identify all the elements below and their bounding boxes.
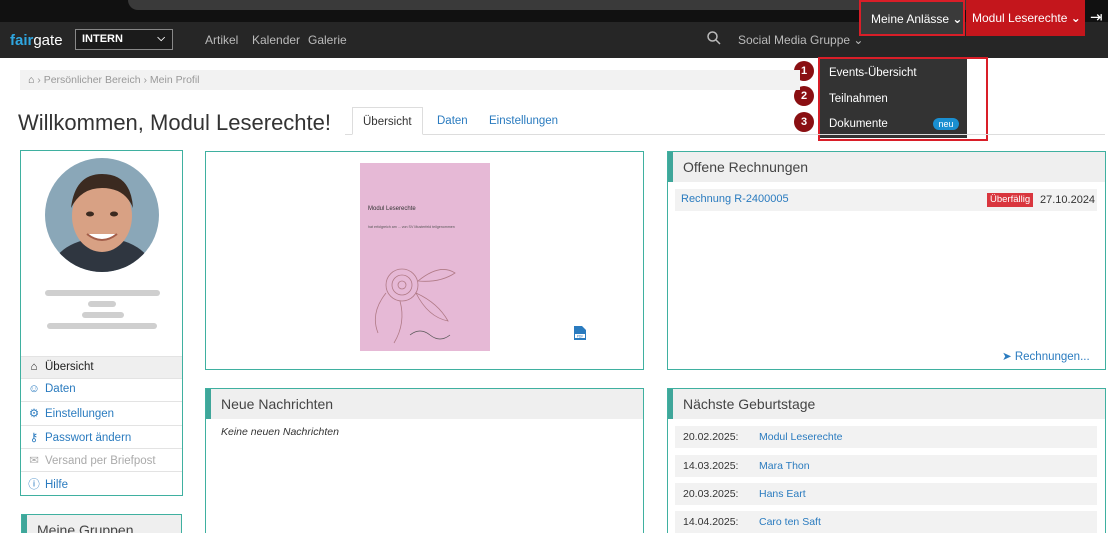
nav-social-media-gruppe[interactable]: Social Media Gruppe ⌄ — [738, 33, 863, 47]
nav-galerie[interactable]: Galerie — [308, 33, 347, 47]
birthday-name-link[interactable]: Modul Leserechte — [759, 431, 842, 443]
list-item: 20.03.2025: Hans Eart — [675, 483, 1097, 505]
breadcrumb: ⌂ › Persönlicher Bereich › Mein Profil — [20, 70, 800, 90]
panel-title: Nächste Geburtstage — [668, 389, 1105, 419]
home-icon[interactable]: ⌂ — [28, 74, 34, 86]
area-select[interactable]: INTERN ⌵ — [75, 29, 173, 50]
sidebar-item-label: Übersicht — [45, 361, 94, 373]
birthday-name-link[interactable]: Mara Thon — [759, 460, 810, 472]
logo-gate: gate — [33, 32, 63, 49]
nav-kalender[interactable]: Kalender — [252, 33, 300, 47]
chevron-down-icon: ⌄ — [952, 12, 963, 26]
user-menu-label: Modul Leserechte — [972, 11, 1068, 25]
sidebar-item-versand-briefpost: ✉ Versand per Briefpost — [21, 448, 182, 470]
user-icon: ☺ — [28, 383, 40, 395]
rechnungen-more-label: Rechnungen... — [1014, 351, 1090, 363]
sidebar-item-label: Versand per Briefpost — [45, 455, 156, 467]
dropdown-highlight-frame — [818, 57, 988, 141]
blurred-email — [47, 323, 157, 329]
panel-title: Neue Nachrichten — [206, 389, 643, 419]
nav-social-media-label: Social Media Gruppe — [738, 33, 851, 47]
invoice-date: 27.10.2024 — [1040, 194, 1096, 206]
birthday-date: 20.03.2025: — [683, 488, 739, 500]
nav-artikel[interactable]: Artikel — [205, 33, 238, 47]
rechnungen-more-link[interactable]: ➤ Rechnungen... — [1002, 349, 1090, 363]
invoice-row: Rechnung R-2400005 — [675, 189, 1097, 211]
panel-title: Offene Rechnungen — [668, 152, 1105, 182]
page-title: Willkommen, Modul Leserechte! — [18, 110, 332, 135]
birthday-date: 14.03.2025: — [683, 460, 739, 472]
sidebar-item-daten[interactable]: ☺ Daten — [21, 378, 182, 400]
svg-text:PDF: PDF — [577, 334, 584, 338]
neue-nachrichten-panel: Neue Nachrichten — [205, 388, 644, 533]
sidebar-item-label: Hilfe — [45, 479, 69, 491]
breadcrumb-persoenlicher-bereich[interactable]: Persönlicher Bereich — [44, 74, 141, 86]
blurred-name — [45, 290, 160, 296]
step-number-3: 3 — [794, 112, 814, 132]
blurred-city — [82, 312, 124, 318]
list-item: 14.03.2025: Mara Thon — [675, 455, 1097, 477]
avatar — [45, 158, 159, 272]
birthday-date: 20.02.2025: — [683, 431, 739, 443]
area-select-value: INTERN — [82, 33, 123, 45]
breadcrumb-mein-profil: Mein Profil — [149, 74, 200, 86]
document-subtitle: hat erfolgreich am ... von SV Musterfeld… — [368, 225, 455, 229]
birthday-name-link[interactable]: Caro ten Saft — [759, 516, 821, 528]
search-icon[interactable] — [706, 30, 722, 46]
status-badge-overdue: Überfällig — [987, 193, 1034, 207]
logout-icon[interactable]: ⇥ — [1090, 8, 1103, 26]
document-title: Modul Leserechte — [368, 206, 416, 212]
envelope-icon: ✉ — [29, 455, 39, 467]
nav-meine-anlaesse-label: Meine Anlässe — [871, 12, 950, 26]
document-preview[interactable]: Modul Leserechte hat erfolgreich am ... … — [360, 163, 490, 351]
tab-einstellungen[interactable]: Einstellungen — [479, 107, 568, 135]
list-item: 20.02.2025: Modul Leserechte — [675, 426, 1097, 448]
nav-meine-anlaesse[interactable]: Meine Anlässe ⌄ — [859, 0, 965, 36]
pdf-file-icon[interactable]: PDF — [573, 325, 587, 341]
sidebar-item-label: Einstellungen — [45, 408, 115, 420]
panel-title: Meine Gruppen — [22, 515, 181, 533]
sidebar-item-uebersicht[interactable]: ⌂ Übersicht — [21, 356, 182, 378]
sidebar-item-hilfe[interactable]: ⓘ Hilfe — [21, 471, 182, 493]
empty-messages-text: Keine neuen Nachrichten — [221, 426, 339, 438]
info-icon: ⓘ — [28, 479, 40, 491]
birthday-date: 14.04.2025: — [683, 516, 739, 528]
fairgate-logo[interactable]: fairgate — [10, 32, 63, 49]
home-icon: ⌂ — [30, 361, 38, 373]
birthday-name-link[interactable]: Hans Eart — [759, 488, 806, 500]
list-item: 14.04.2025: Caro ten Saft — [675, 511, 1097, 533]
chevron-down-icon: ⌄ — [1070, 11, 1081, 25]
sidebar-item-label: Daten — [45, 383, 76, 395]
sidebar-item-einstellungen[interactable]: ⚙ Einstellungen — [21, 401, 182, 423]
meine-gruppen-panel: Meine Gruppen — [21, 514, 182, 533]
key-icon: ⚷ — [29, 432, 39, 444]
user-menu[interactable]: Modul Leserechte ⌄ — [966, 0, 1085, 36]
blurred-address — [88, 301, 116, 307]
flower-illustration — [374, 268, 456, 344]
arrow-right-circle-icon: ➤ — [1002, 351, 1012, 363]
sidebar-item-label: Passwort ändern — [45, 432, 132, 444]
logo-fair: fair — [10, 32, 34, 49]
gear-icon: ⚙ — [28, 408, 40, 420]
sidebar-item-passwort[interactable]: ⚷ Passwort ändern — [21, 425, 182, 447]
tab-uebersicht[interactable]: Übersicht — [352, 107, 423, 135]
tab-daten[interactable]: Daten — [427, 107, 478, 135]
offene-rechnungen-panel: Offene Rechnungen — [667, 151, 1106, 370]
chevron-down-icon: ⌵ — [157, 33, 165, 44]
invoice-link[interactable]: Rechnung R-2400005 — [681, 193, 789, 205]
